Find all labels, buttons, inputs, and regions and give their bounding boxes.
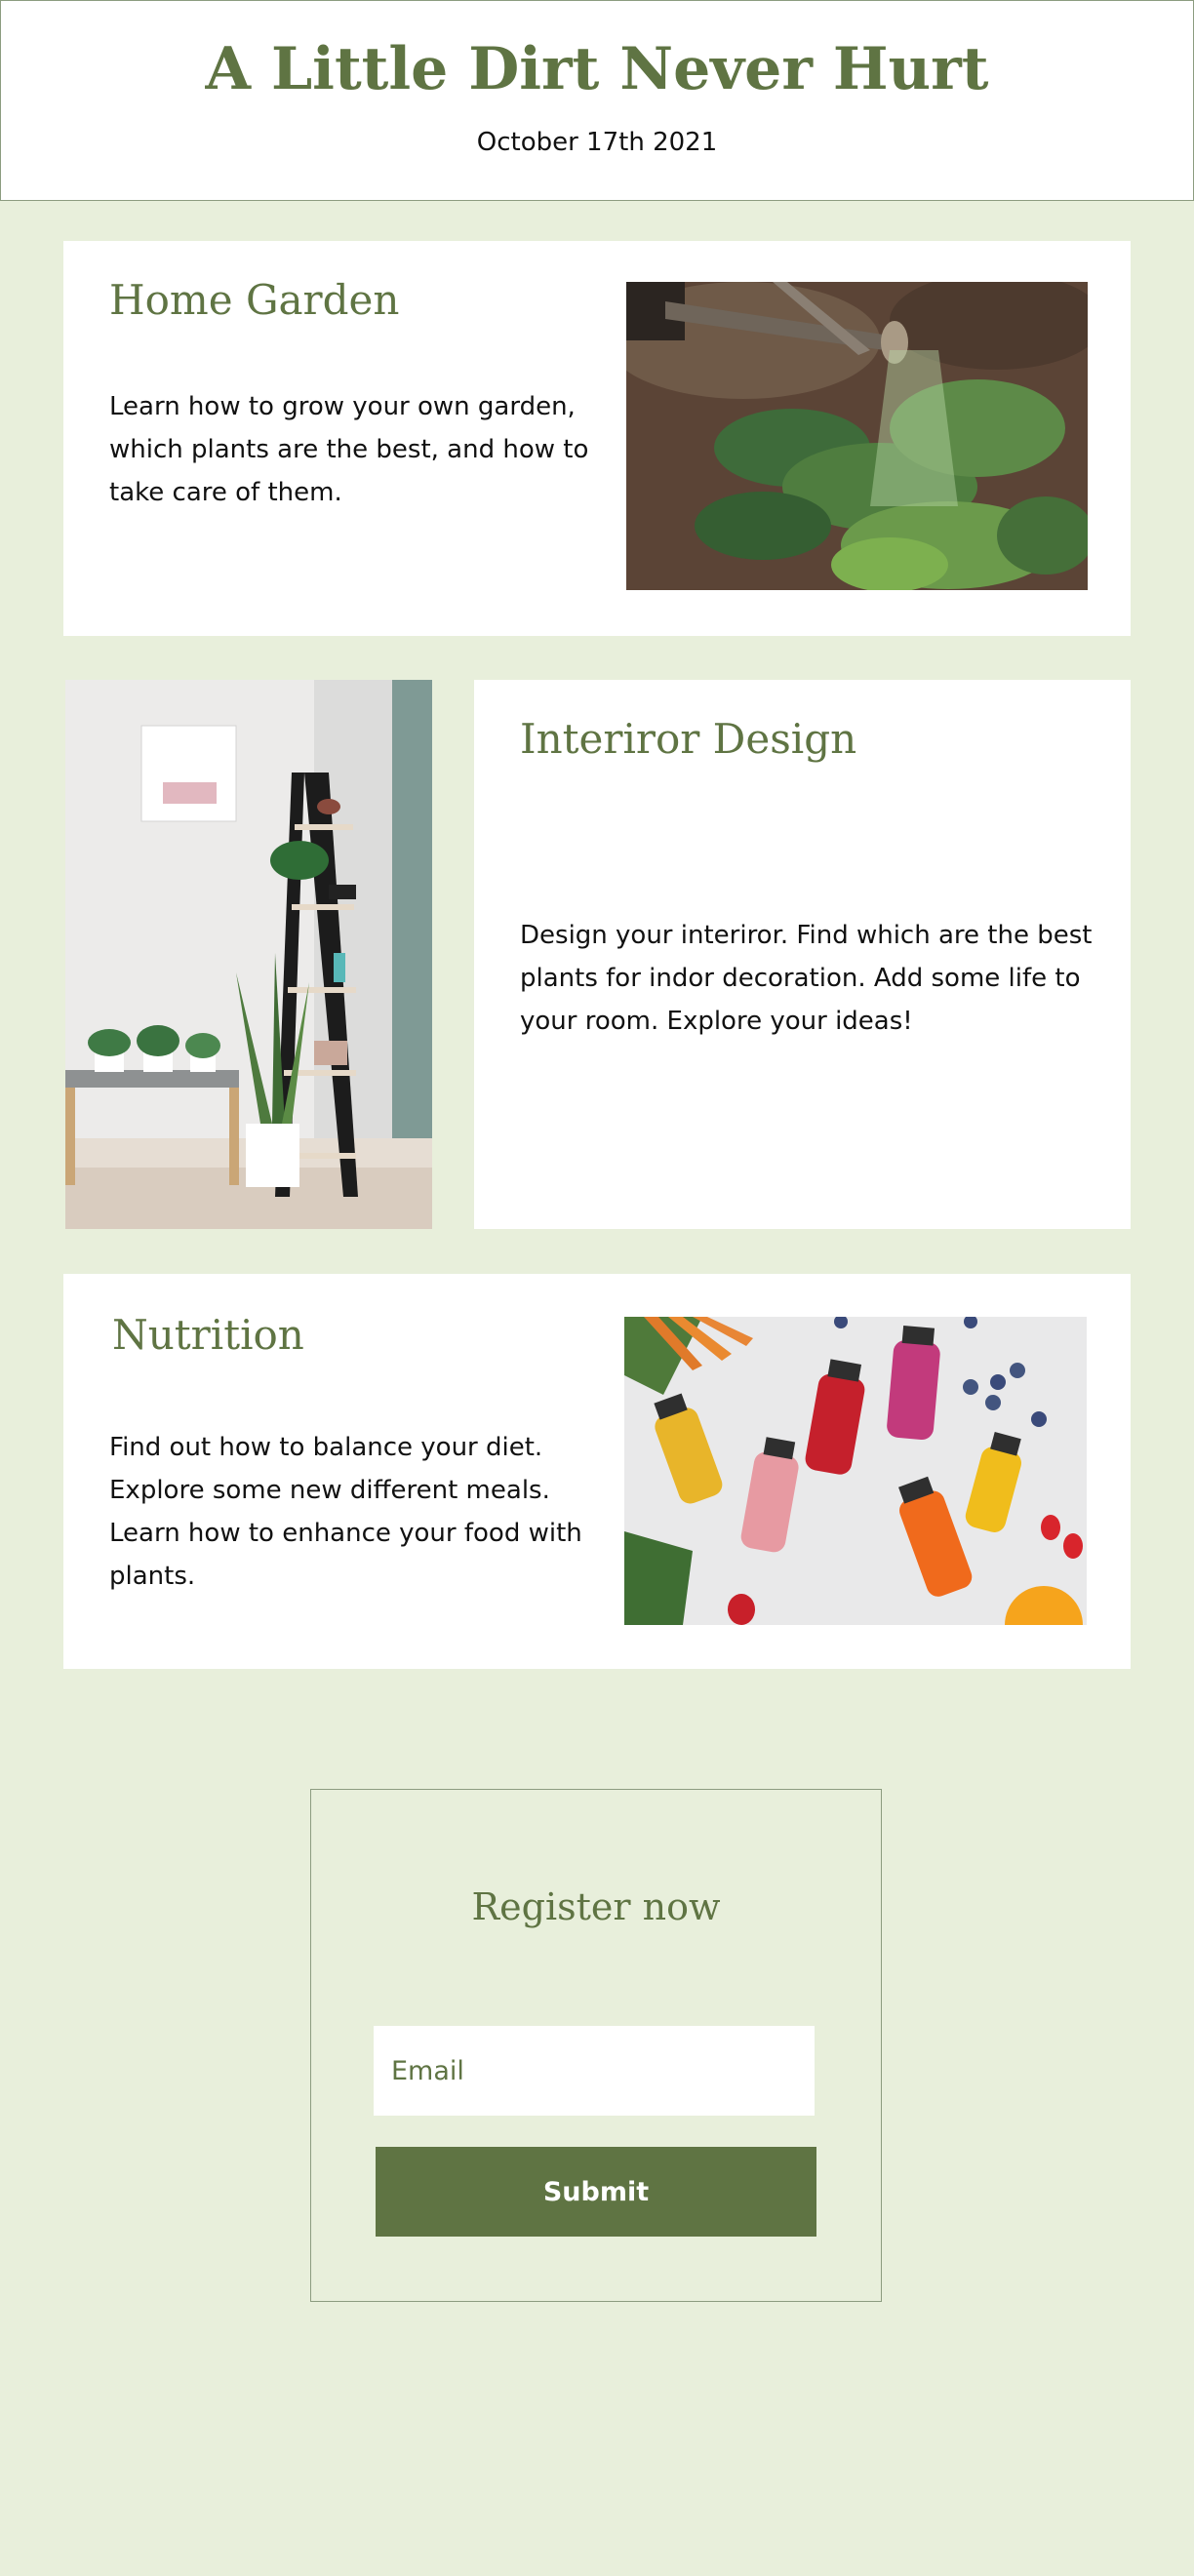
plant-shelf-photo xyxy=(65,680,432,1229)
site-header: A Little Dirt Never Hurt October 17th 20… xyxy=(0,0,1194,201)
card-description: Find out how to balance your diet. Explo… xyxy=(109,1433,582,1591)
submit-button[interactable]: Submit xyxy=(376,2147,816,2237)
site-title: A Little Dirt Never Hurt xyxy=(205,35,989,103)
publish-date: October 17th 2021 xyxy=(476,128,718,157)
register-form: Register now Submit xyxy=(310,1789,882,2302)
watering-garden-photo xyxy=(626,282,1088,590)
card-interior-design: Interiror Design Design your interiror. … xyxy=(474,680,1131,1229)
card-title: Nutrition xyxy=(112,1311,304,1359)
card-description: Design your interiror. Find which are th… xyxy=(520,921,1093,1036)
card-title: Interiror Design xyxy=(520,715,857,763)
card-home-garden: Home Garden Learn how to grow your own g… xyxy=(63,241,1131,636)
card-description: Learn how to grow your own garden, which… xyxy=(109,392,589,507)
register-title: Register now xyxy=(471,1885,721,1928)
email-input[interactable] xyxy=(374,2026,815,2116)
card-title: Home Garden xyxy=(109,276,400,324)
juice-bottles-photo xyxy=(624,1317,1087,1625)
card-nutrition: Nutrition Find out how to balance your d… xyxy=(63,1274,1131,1669)
